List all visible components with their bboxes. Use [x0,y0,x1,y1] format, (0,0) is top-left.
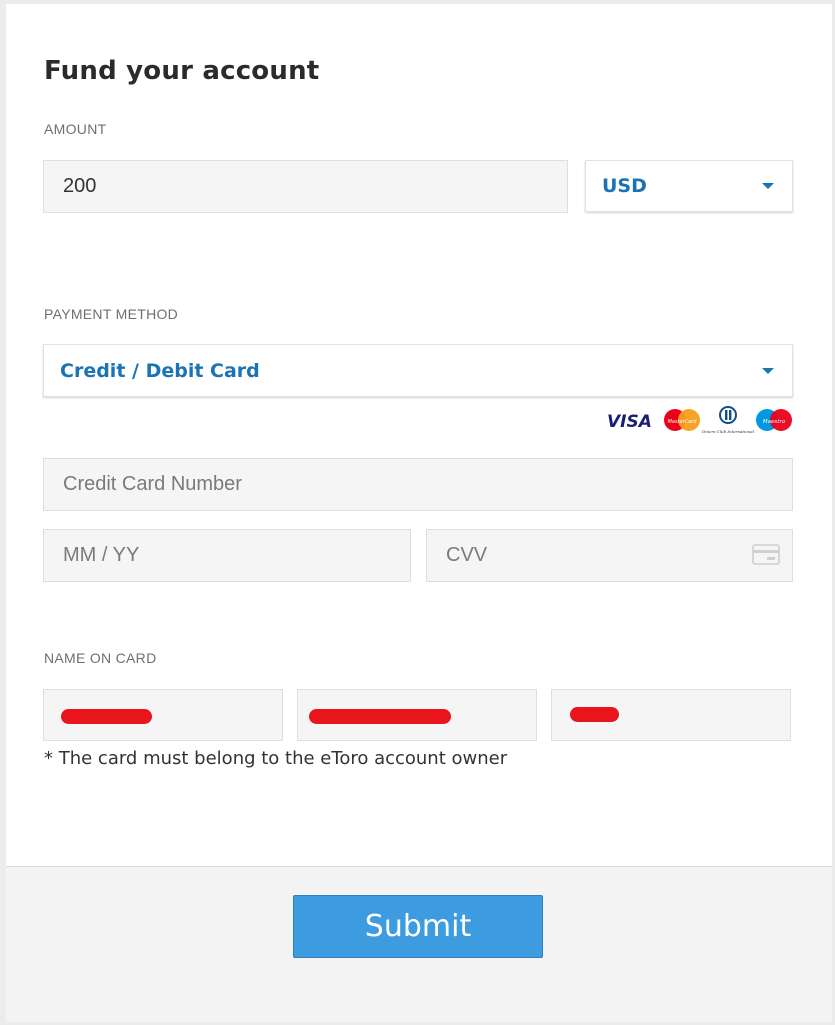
credit-card-icon [752,544,780,565]
expiry-field[interactable] [43,529,411,582]
visa-logo-text: VISA [607,412,652,432]
payment-method-select[interactable]: Credit / Debit Card [43,344,793,397]
cvv-field[interactable] [426,529,793,582]
diners-club-logo-text: Diners Club International [701,429,755,434]
visa-logo-icon: VISA [607,412,652,432]
maestro-logo-icon: Maestro [756,409,792,431]
first-name-field[interactable] [43,689,283,741]
redaction-mark [570,707,619,722]
page-title: Fund your account [44,56,320,86]
chevron-down-icon [762,183,774,189]
maestro-logo-text: Maestro [763,419,786,425]
payment-method-label: PAYMENT METHOD [44,306,179,322]
redaction-mark [61,709,152,724]
last-name-field[interactable] [551,689,791,741]
amount-field[interactable] [43,160,568,213]
diners-club-logo-icon: Diners Club International [701,406,755,434]
middle-name-field[interactable] [297,689,537,741]
card-number-field[interactable] [43,458,793,511]
amount-input[interactable] [44,161,567,212]
amount-label: AMOUNT [44,121,107,137]
chevron-down-icon [762,367,774,374]
submit-button[interactable]: Submit [293,895,543,958]
name-on-card-label: NAME ON CARD [44,650,157,666]
card-number-input[interactable] [44,459,792,510]
cvv-input[interactable] [427,530,792,581]
mastercard-logo-text: MasterCard [668,419,698,425]
currency-select[interactable]: USD [585,160,793,212]
mastercard-logo-icon: MasterCard [664,409,700,431]
redaction-mark [309,709,451,724]
currency-value: USD [602,175,647,197]
expiry-input[interactable] [44,530,410,581]
card-brand-logos: VISA MasterCard Diners Club Internationa… [607,406,792,434]
payment-method-value: Credit / Debit Card [60,359,260,382]
card-owner-note: * The card must belong to the eToro acco… [44,748,508,769]
